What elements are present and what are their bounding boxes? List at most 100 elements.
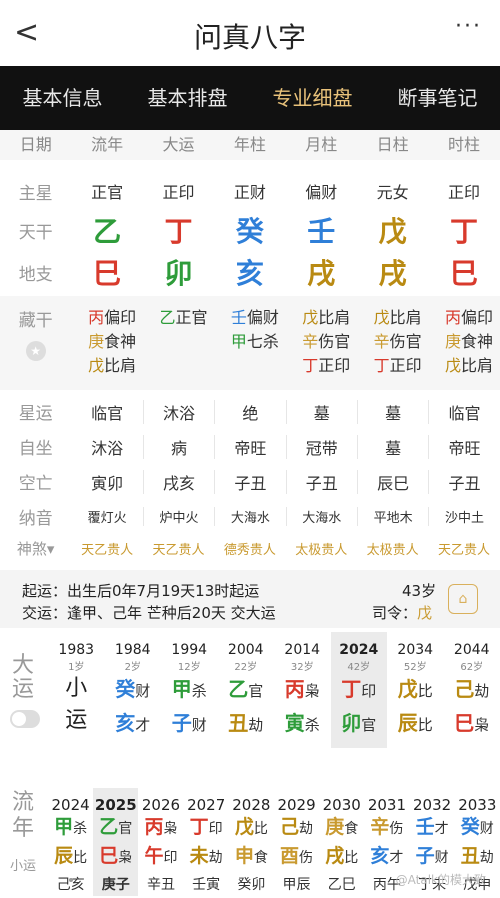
liunian-zhi-char: 酉 — [280, 845, 299, 867]
zhuxing-cell: 正官 — [71, 179, 142, 203]
meta-cell: 辰巳 — [357, 470, 428, 494]
dayun-zhi: 寅杀 — [274, 707, 331, 741]
row-label: 纳音 — [0, 504, 71, 529]
row-label: 星运 — [0, 399, 71, 424]
tiangan-cell: 壬 — [286, 210, 357, 250]
canggan-god: 正官 — [175, 308, 207, 327]
pin-icon[interactable]: ★ — [26, 341, 46, 361]
canggan-stem: 辛 — [374, 332, 390, 351]
canggan-god: 偏印 — [104, 308, 136, 327]
liunian-zhi-god: 比 — [73, 850, 87, 866]
liunian-gan-char: 乙 — [99, 816, 118, 838]
pillars-section: 主星 正官 正印 正财 偏财 元女 正印 天干 乙 丁 癸 壬 戊 丁 地支 巳… — [0, 166, 500, 294]
canggan-item: 甲七杀 — [224, 330, 285, 354]
liunian-gan: 己劫 — [274, 814, 319, 843]
dayun-zhi: 子财 — [161, 707, 218, 741]
canggan-god: 比肩 — [461, 356, 493, 375]
canggan-stem: 戊 — [302, 308, 318, 327]
liunian-xiaoyun: 壬寅 — [184, 872, 229, 898]
tab-notes[interactable]: 断事笔记 — [375, 66, 500, 130]
dayun-column[interactable]: 19831岁小运 — [48, 632, 105, 748]
dayun-label: 大运 — [0, 654, 46, 702]
liunian-zhi: 未劫 — [184, 843, 229, 872]
dayun-zhi-char: 亥 — [115, 711, 135, 735]
dayun-column[interactable]: 203452岁戊比辰比 — [387, 632, 444, 748]
liunian-gan-char: 壬 — [416, 816, 435, 838]
liunian-zhi: 酉伤 — [274, 843, 319, 872]
liunian-zhi-god: 劫 — [480, 850, 494, 866]
dayun-column[interactable]: 201432岁丙枭寅杀 — [274, 632, 331, 748]
shensha-cell: 天乙贵人 — [71, 539, 142, 558]
liunian-zhi-char: 未 — [190, 845, 209, 867]
liunian-column[interactable]: 2027丁印未劫壬寅 — [184, 788, 229, 896]
meta-cell: 寅卯 — [71, 470, 142, 494]
canggan-col: 乙正官 — [143, 306, 214, 378]
col-header: 月柱 — [286, 130, 357, 160]
dayun-gan-char: 丙 — [285, 677, 305, 701]
liunian-column[interactable]: 2030庚食戌比乙巳 — [319, 788, 364, 896]
canggan-item: 戊比肩 — [367, 306, 428, 330]
tiangan-cell: 丁 — [428, 210, 499, 250]
dayun-column[interactable]: 204462岁己劫巳枭 — [444, 632, 500, 748]
dayun-gan-char: 丁 — [341, 677, 361, 701]
canggan-col: 丙偏印庚食神戊比肩 — [71, 306, 142, 378]
calendar-icon[interactable]: ⌂ — [448, 584, 478, 614]
liunian-xiaoyun: 甲辰 — [274, 872, 319, 898]
liunian-column[interactable]: 2028戊比申食癸卯 — [229, 788, 274, 896]
dayun-zhi: 亥才 — [105, 707, 162, 741]
liunian-year: 2032 — [410, 796, 455, 814]
dizhi-cell: 巳 — [71, 252, 142, 292]
dayun-gan-char: 癸 — [115, 677, 135, 701]
canggan-item: 戊比肩 — [438, 354, 499, 378]
liunian-xiaoyun: 己亥 — [48, 872, 93, 898]
tab-pro-chart[interactable]: 专业细盘 — [250, 66, 375, 130]
liunian-zhi-god: 劫 — [209, 850, 223, 866]
scroll-indicator — [69, 878, 73, 882]
row-label: 藏干 ★ — [0, 306, 71, 378]
current-age: 43岁 — [402, 580, 436, 601]
liunian-zhi-char: 亥 — [370, 845, 389, 867]
canggan-row: 藏干 ★ 丙偏印庚食神戊比肩 乙正官 壬偏财甲七杀 戊比肩辛伤官丁正印 戊比肩辛… — [0, 306, 500, 378]
tab-basic-info[interactable]: 基本信息 — [0, 66, 125, 130]
liunian-year: 2029 — [274, 796, 319, 814]
liunian-gan: 乙官 — [93, 814, 138, 843]
canggan-god: 伤官 — [390, 332, 422, 351]
col-header: 日柱 — [357, 130, 428, 160]
shensha-dropdown[interactable]: 神煞▾ — [0, 538, 71, 559]
dayun-column[interactable]: 19842岁癸财亥才 — [105, 632, 162, 748]
liunian-gan: 癸财 — [455, 814, 500, 843]
zhuxing-cell: 元女 — [357, 179, 428, 203]
row-label: 空亡 — [0, 469, 71, 494]
liunian-zhi-god: 财 — [435, 850, 449, 866]
dayun-zhi-char: 子 — [172, 711, 192, 735]
dayun-zhi-char: 丑 — [228, 711, 248, 735]
liunian-column[interactable]: 2025乙官巳枭庚子 — [93, 788, 138, 896]
canggan-col: 壬偏财甲七杀 — [214, 306, 285, 378]
dayun-column[interactable]: 202442岁丁印卯官 — [331, 632, 388, 748]
canggan-god: 食神 — [104, 332, 136, 351]
liunian-column[interactable]: 2029己劫酉伤甲辰 — [274, 788, 319, 896]
dayun-column[interactable]: 200422岁乙官丑劫 — [218, 632, 275, 748]
dayun-gan: 癸财 — [105, 673, 162, 707]
canggan-god: 偏财 — [247, 308, 279, 327]
meta-cell: 沙中土 — [428, 507, 499, 526]
col-header: 大运 — [143, 130, 214, 160]
dayun-gan-god: 官 — [248, 682, 263, 700]
qiyun-text: 起运：出生后0年7月19天13时起运 — [22, 580, 259, 601]
canggan-col: 戊比肩辛伤官丁正印 — [357, 306, 428, 378]
canggan-col: 丙偏印庚食神戊比肩 — [428, 306, 499, 378]
dayun-column[interactable]: 199412岁甲杀子财 — [161, 632, 218, 748]
liunian-zhi-char: 子 — [416, 845, 435, 867]
watermark: @Atalk的模大致 — [396, 871, 486, 888]
liunian-zhi-char: 辰 — [54, 845, 73, 867]
liunian-column[interactable]: 2026丙枭午印辛丑 — [138, 788, 183, 896]
tab-basic-chart[interactable]: 基本排盘 — [125, 66, 250, 130]
canggan-god: 正印 — [390, 356, 422, 375]
more-menu-icon[interactable]: ··· — [455, 14, 482, 39]
dayun-toggle[interactable] — [10, 710, 40, 728]
dayun-gan-god: 劫 — [474, 682, 489, 700]
liunian-zhi-char: 午 — [144, 845, 163, 867]
liunian-zhi: 亥才 — [364, 843, 409, 872]
canggan-item: 戊比肩 — [296, 306, 357, 330]
liunian-year: 2033 — [455, 796, 500, 814]
